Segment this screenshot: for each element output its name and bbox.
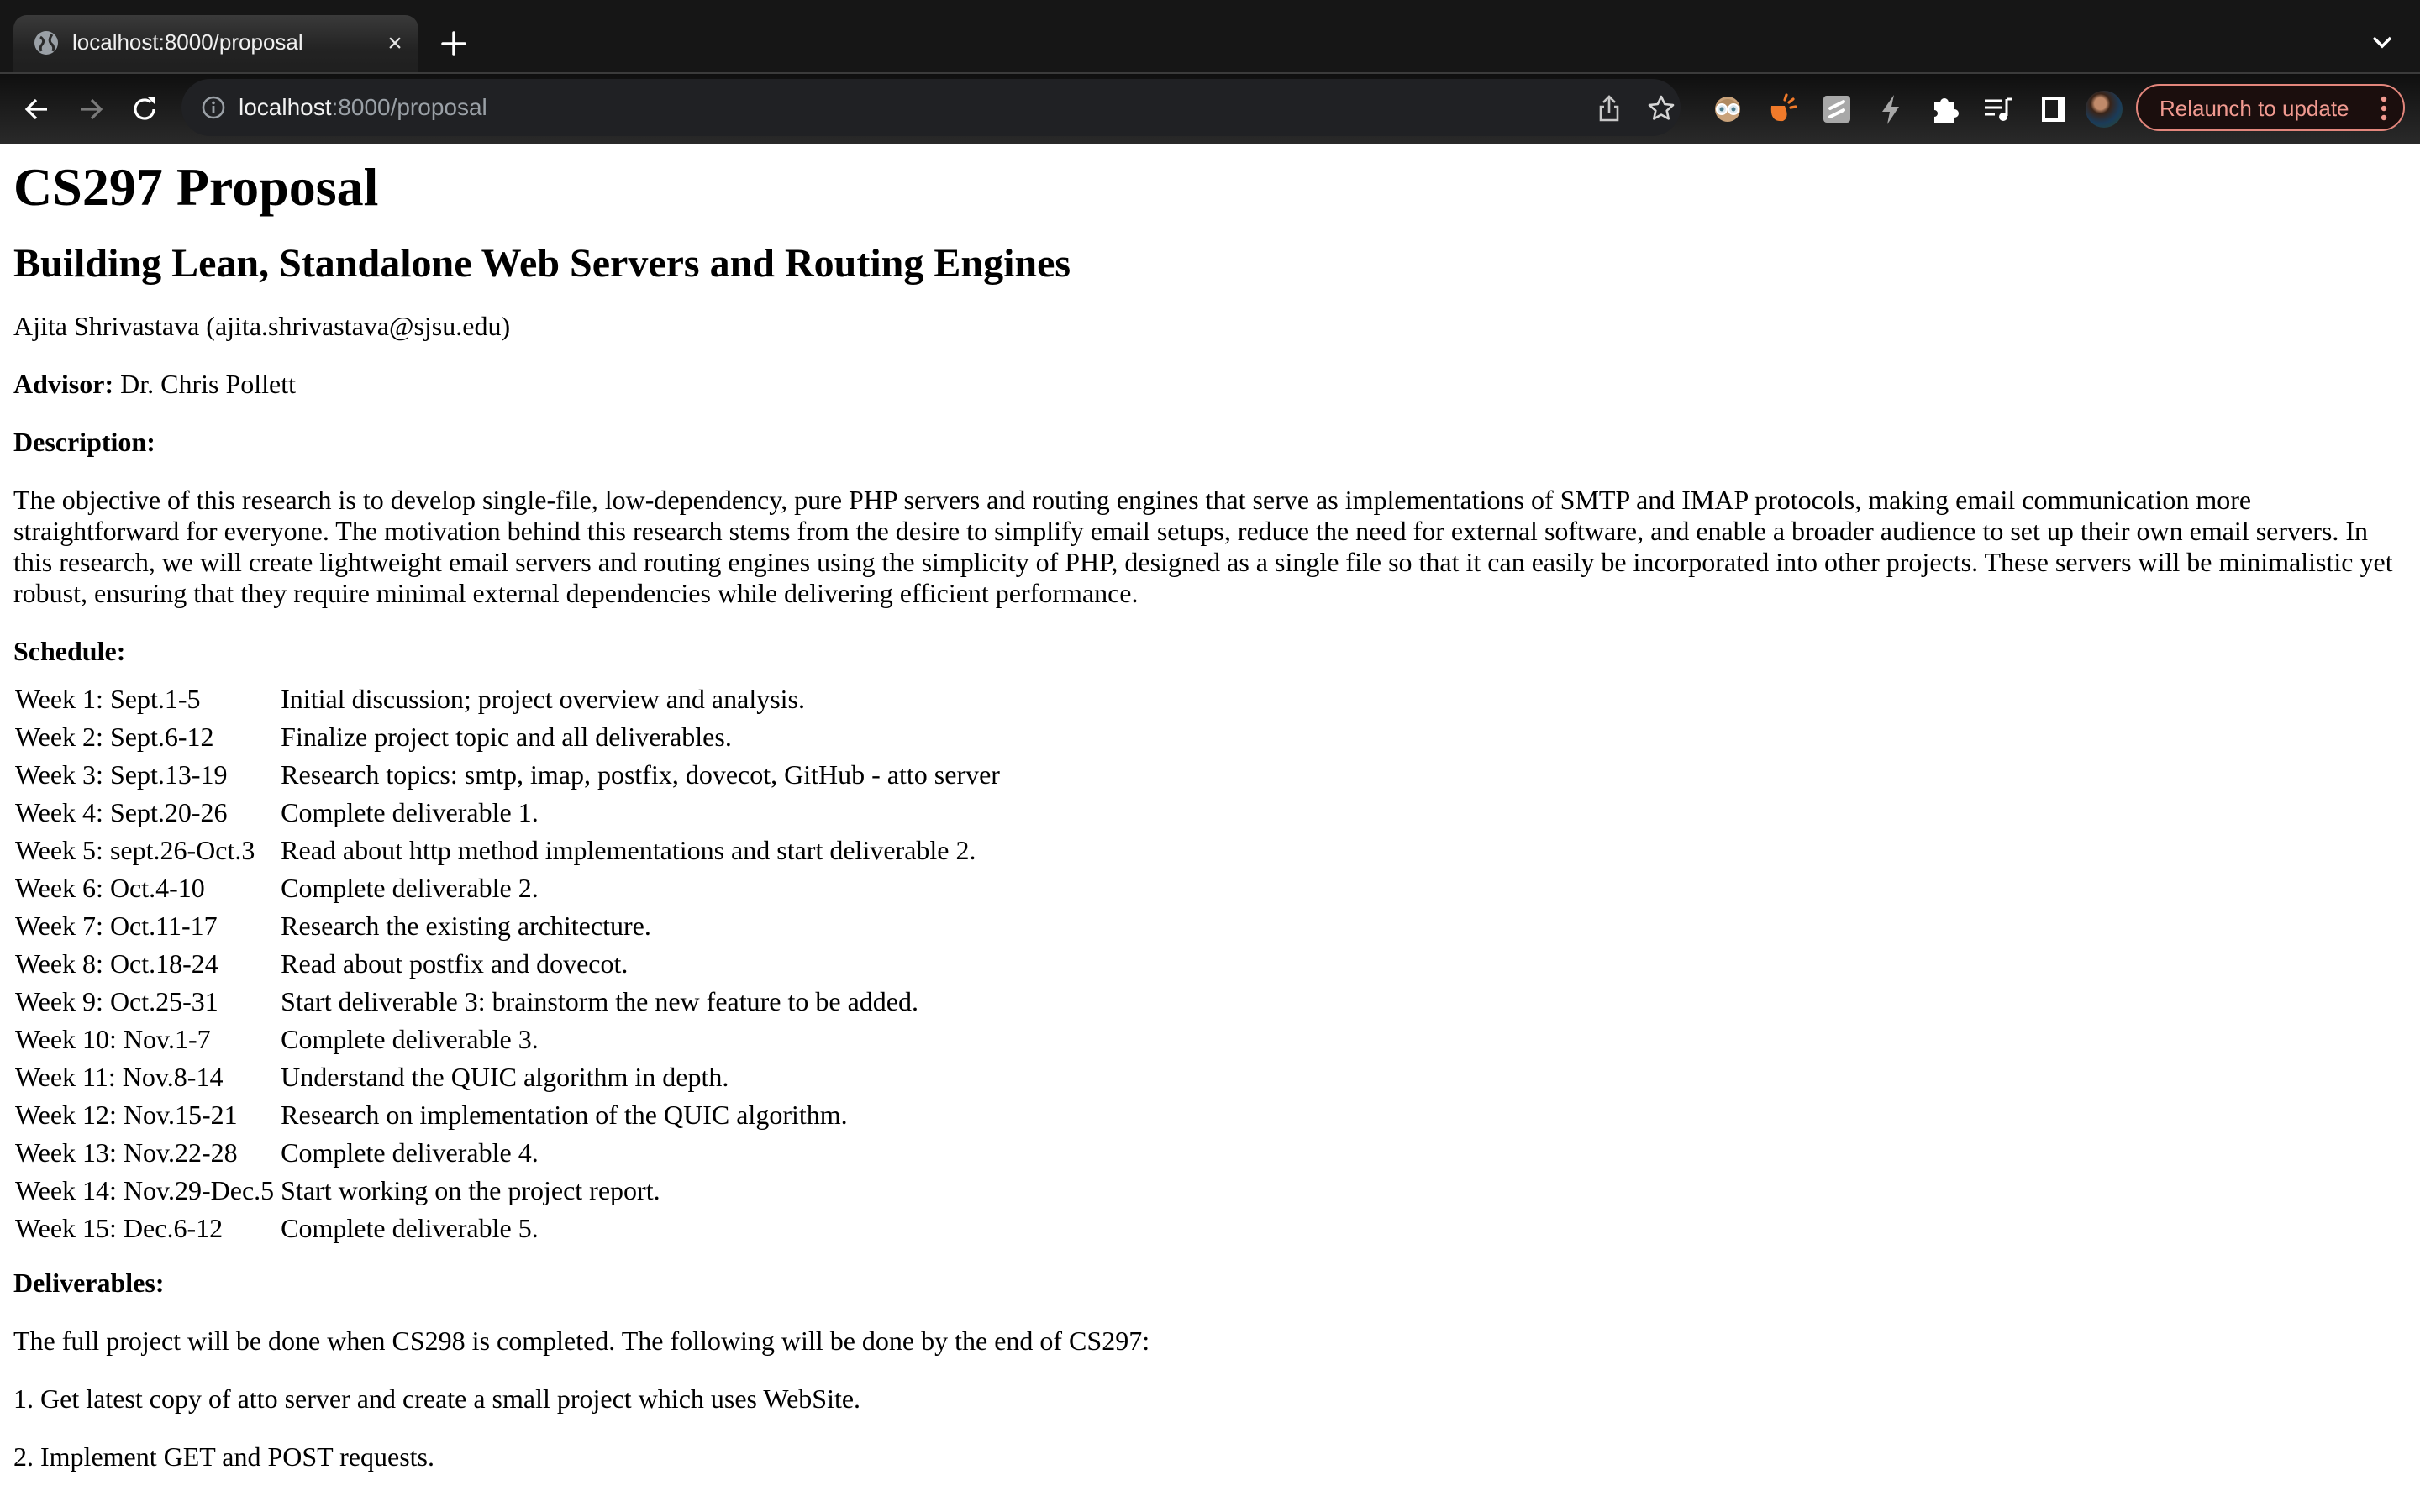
schedule-task: Finalize project topic and all deliverab… [281, 722, 732, 752]
page-content: CS297 Proposal Building Lean, Standalone… [0, 144, 2420, 1512]
url-path: :8000/proposal [331, 94, 487, 120]
schedule-task: Start working on the project report. [281, 1175, 660, 1205]
close-tab-icon[interactable]: × [383, 31, 407, 56]
schedule-task: Complete deliverable 4. [281, 1137, 539, 1168]
schedule-week: Week 13: Nov.22-28 [15, 1137, 238, 1168]
schedule-week: Week 7: Oct.11-17 [15, 911, 218, 941]
schedule-task: Complete deliverable 1. [281, 797, 539, 827]
lightning-icon[interactable] [1874, 92, 1907, 126]
plus-icon[interactable] [439, 29, 469, 59]
url-host: localhost [239, 94, 332, 120]
schedule-week: Week 2: Sept.6-12 [15, 722, 214, 752]
profile-avatar[interactable] [2086, 91, 2123, 128]
schedule-row: Week 13: Nov.22-28 Complete deliverable 4… [13, 1136, 1002, 1170]
schedule-week: Week 15: Dec.6-12 [15, 1213, 224, 1243]
schedule-week: Week 1: Sept.1-5 [15, 684, 201, 714]
schedule-week: Week 8: Oct.18-24 [15, 948, 218, 979]
deliverables-intro: The full project will be done when CS298… [13, 1326, 1150, 1356]
schedule-task: Understand the QUIC algorithm in depth. [281, 1062, 729, 1092]
relaunch-label: Relaunch to update [2160, 96, 2349, 121]
advisor-name: Dr. Chris Pollett [113, 369, 297, 399]
schedule-task: Complete deliverable 3. [281, 1024, 539, 1054]
schedule-task: Read about postfix and dovecot. [281, 948, 629, 979]
advisor-label: Advisor: [13, 369, 114, 399]
schedule-table: Week 1: Sept.1-5 Initial discussion; proj… [10, 679, 1005, 1249]
schedule-heading-text: Schedule: [13, 636, 126, 666]
deliverable-item: 2. Implement GET and POST requests. [13, 1441, 434, 1472]
schedule-week: Week 11: Nov.8-14 [15, 1062, 224, 1092]
schedule-row: Week 4: Sept.20-26 Complete deliverable 1… [13, 795, 1002, 830]
schedule-week: Week 6: Oct.4-10 [15, 873, 205, 903]
schedule-week: Week 9: Oct.25-31 [15, 986, 218, 1016]
schedule-row: Week 14: Nov.29-Dec.5 Start working on th… [13, 1173, 1002, 1208]
schedule-row: Week 1: Sept.1-5 Initial discussion; proj… [13, 682, 1002, 717]
reload-icon[interactable] [128, 92, 161, 126]
schedule-week: Week 3: Sept.13-19 [15, 759, 228, 790]
description-heading-text: Description: [13, 427, 155, 457]
schedule-task: Research topics: smtp, imap, postfix, do… [281, 759, 1000, 790]
schedule-week: Week 4: Sept.20-26 [15, 797, 228, 827]
info-icon[interactable] [202, 96, 225, 119]
chevron-down-icon[interactable] [2370, 34, 2395, 50]
schedule-heading: Schedule: [13, 636, 2407, 667]
schedule-row: Week 6: Oct.4-10 Complete deliverable 2. [13, 871, 1002, 906]
tab-strip: localhost:8000/proposal × [0, 0, 2420, 72]
page-subtitle: Building Lean, Standalone Web Servers an… [13, 241, 1071, 286]
glasses-avatar-extension-icon[interactable] [1711, 92, 1744, 126]
deliverables-heading: Deliverables: [13, 1268, 2407, 1299]
description-heading: Description: [13, 427, 2407, 458]
description-paragraph: The objective of this research is to dev… [13, 485, 2393, 608]
browser-tab-active[interactable]: localhost:8000/proposal × [13, 15, 418, 72]
star-icon[interactable] [1647, 94, 1676, 123]
side-panel-icon[interactable] [2037, 92, 2070, 126]
schedule-row: Week 12: Nov.15-21 Research on implementa… [13, 1098, 1002, 1132]
puzzle-icon[interactable] [1928, 92, 1961, 126]
url-text[interactable]: localhost:8000/proposal [239, 92, 487, 123]
address-bar[interactable]: localhost:8000/proposal [182, 79, 1681, 136]
schedule-row: Week 9: Oct.25-31 Start deliverable 3: br… [13, 984, 1002, 1019]
schedule-row: Week 11: Nov.8-14 Understand the QUIC alg… [13, 1060, 1002, 1095]
deliverables-list: 1. Get latest copy of atto server and cr… [13, 1383, 2407, 1473]
orange-bell-extension-icon[interactable] [1765, 92, 1798, 126]
schedule-task: Read about http method implementations a… [281, 835, 976, 865]
globe-icon [34, 30, 59, 55]
tab-title: localhost:8000/proposal [72, 29, 303, 55]
schedule-row: Week 7: Oct.11-17 Research the existing a… [13, 909, 1002, 943]
schedule-row: Week 2: Sept.6-12 Finalize project topic … [13, 720, 1002, 754]
schedule-task: Research the existing architecture. [281, 911, 651, 941]
schedule-row: Week 10: Nov.1-7 Complete deliverable 3. [13, 1022, 1002, 1057]
deliverable-item: 1. Get latest copy of atto server and cr… [13, 1383, 861, 1414]
schedule-task: Initial discussion; project overview and… [281, 684, 805, 714]
schedule-row: Week 8: Oct.18-24 Read about postfix and … [13, 947, 1002, 981]
relaunch-to-update-button[interactable]: Relaunch to update [2136, 84, 2405, 131]
deliverables-heading-text: Deliverables: [13, 1268, 165, 1298]
arrow-right-icon[interactable] [74, 92, 108, 126]
gray-s-extension-icon[interactable] [1820, 92, 1854, 126]
schedule-task: Complete deliverable 2. [281, 873, 539, 903]
media-playlist-icon[interactable] [1981, 92, 2015, 126]
schedule-week: Week 14: Nov.29-Dec.5 [15, 1175, 275, 1205]
schedule-week: Week 12: Nov.15-21 [15, 1100, 238, 1130]
browser-toolbar: localhost:8000/proposal Relaunch to upda… [0, 72, 2420, 144]
share-icon[interactable] [1597, 94, 1622, 123]
author-line: Ajita Shrivastava (ajita.shrivastava@sjs… [13, 311, 511, 341]
schedule-row: Week 5: sept.26-Oct.3 Read about http met… [13, 833, 1002, 868]
schedule-task: Complete deliverable 5. [281, 1213, 539, 1243]
advisor-line: Advisor: Dr. Chris Pollett [13, 369, 2407, 400]
schedule-task: Start deliverable 3: brainstorm the new … [281, 986, 918, 1016]
schedule-row: Week 3: Sept.13-19 Research topics: smtp,… [13, 758, 1002, 792]
arrow-left-icon[interactable] [20, 92, 54, 126]
schedule-task: Research on implementation of the QUIC a… [281, 1100, 848, 1130]
schedule-week: Week 5: sept.26-Oct.3 [15, 835, 255, 865]
page-title: CS297 Proposal [13, 157, 379, 217]
schedule-row: Week 15: Dec.6-12 Complete deliverable 5. [13, 1211, 1002, 1246]
schedule-week: Week 10: Nov.1-7 [15, 1024, 211, 1054]
kebab-menu-icon[interactable] [2380, 96, 2388, 121]
